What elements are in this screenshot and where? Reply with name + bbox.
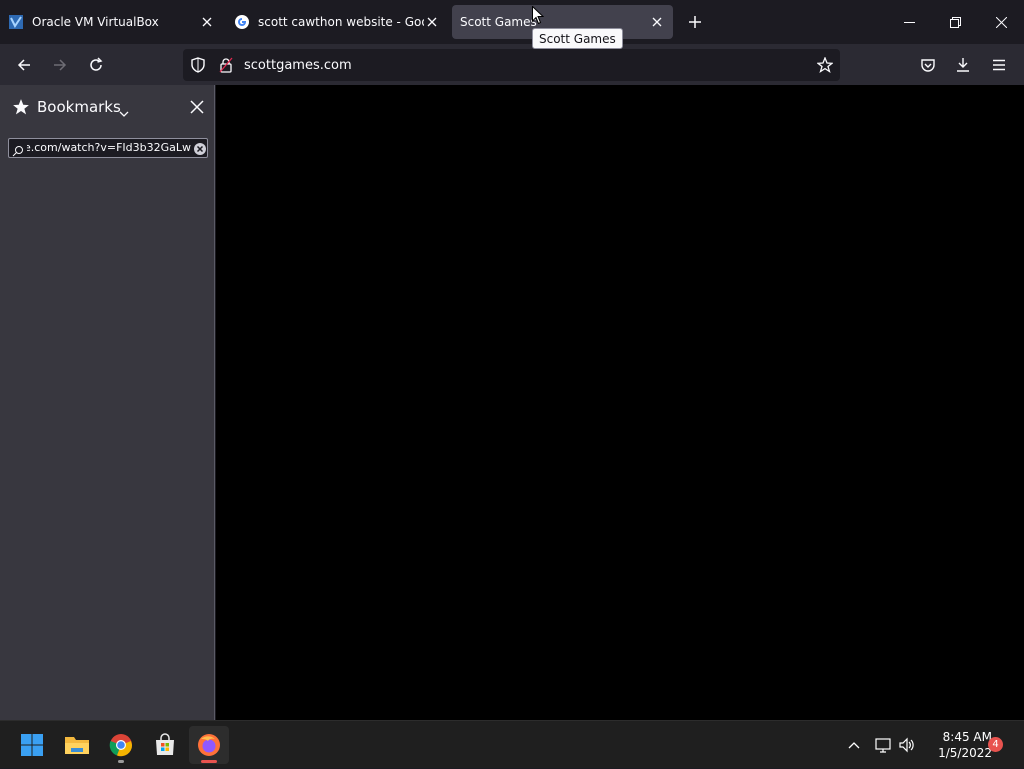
tab-title: Scott Games [460, 15, 537, 29]
sidebar-header[interactable]: Bookmarks [0, 85, 215, 129]
bookmarks-search-input[interactable]: youtube.com/watch?v=FId3b32GaLw [8, 138, 208, 158]
search-input-value[interactable]: youtube.com/watch?v=FId3b32GaLw [27, 141, 191, 154]
bookmarks-star-icon [12, 98, 30, 120]
close-icon [190, 100, 204, 114]
running-indicator [118, 760, 124, 763]
virtualbox-icon [8, 14, 24, 30]
notification-badge[interactable]: 4 [988, 737, 1003, 752]
tab-close-icon[interactable] [199, 14, 215, 30]
reload-button[interactable] [80, 49, 112, 81]
navigation-toolbar: scottgames.com [0, 44, 1024, 85]
tab-oracle-vm[interactable]: Oracle VM VirtualBox [8, 5, 223, 39]
google-icon [234, 14, 250, 30]
clear-icon [194, 143, 206, 155]
tab-strip: Oracle VM VirtualBox scott cawthon websi… [0, 0, 1024, 44]
clock[interactable]: 8:45 AM 1/5/2022 [922, 729, 992, 761]
network-button[interactable] [872, 721, 894, 769]
show-hidden-icons-button[interactable] [843, 721, 865, 769]
clock-date: 1/5/2022 [938, 746, 992, 760]
chevron-down-icon[interactable] [119, 103, 129, 122]
search-icon [12, 142, 24, 157]
bookmarks-sidebar: Bookmarks youtube.com/watch?v=FId3b32GaL… [0, 85, 215, 720]
chrome-button[interactable] [101, 726, 141, 764]
chevron-up-icon [848, 742, 860, 749]
taskbar: 8:45 AM 1/5/2022 [0, 720, 1024, 768]
tab-close-icon[interactable] [424, 14, 440, 30]
chrome-icon [109, 734, 133, 757]
forward-button[interactable] [44, 49, 76, 81]
microsoft-store-button[interactable] [145, 726, 185, 764]
lock-icon[interactable] [219, 57, 233, 77]
bookmark-star-icon[interactable] [816, 56, 834, 77]
tab-title: Oracle VM VirtualBox [32, 15, 159, 29]
forward-arrow-icon [54, 59, 67, 71]
microsoft-store-icon [156, 733, 174, 755]
tracking-protection-shield-icon[interactable] [190, 57, 206, 77]
sidebar-title[interactable]: Bookmarks [37, 98, 121, 116]
clear-search-button[interactable] [193, 141, 207, 157]
page-content[interactable] [216, 85, 1024, 720]
tab-close-icon[interactable] [649, 14, 665, 30]
file-explorer-icon [65, 737, 89, 754]
tab-google-search[interactable]: scott cawthon website - Google [234, 5, 444, 39]
volume-icon [899, 737, 914, 753]
minimize-button[interactable] [886, 0, 932, 44]
address-bar[interactable]: scottgames.com [183, 49, 840, 81]
back-button[interactable] [8, 49, 40, 81]
file-explorer-button[interactable] [57, 726, 97, 764]
firefox-button[interactable] [189, 726, 229, 764]
downloads-button[interactable] [947, 49, 979, 81]
running-indicator [201, 760, 217, 763]
hamburger-menu-icon [993, 59, 1005, 71]
tab-title: scott cawthon website - Google [258, 15, 424, 29]
close-window-button[interactable] [978, 0, 1024, 44]
volume-button[interactable] [895, 721, 917, 769]
app-menu-button[interactable] [983, 49, 1015, 81]
reload-icon [90, 57, 103, 71]
plus-icon [689, 16, 701, 28]
network-icon [875, 738, 891, 753]
back-arrow-icon [17, 59, 30, 71]
pocket-icon [921, 59, 935, 72]
mouse-cursor-icon [532, 5, 545, 29]
pocket-button[interactable] [912, 49, 944, 81]
sidebar-close-button[interactable] [190, 99, 204, 118]
minimize-icon [903, 21, 915, 23]
url-text[interactable]: scottgames.com [244, 58, 352, 73]
download-icon [957, 58, 969, 72]
restore-icon [949, 16, 961, 28]
firefox-icon [198, 734, 220, 756]
windows-start-icon [21, 734, 43, 756]
new-tab-button[interactable] [679, 6, 711, 38]
restore-button[interactable] [932, 0, 978, 44]
close-icon [995, 16, 1007, 28]
tab-tooltip: Scott Games [532, 28, 623, 49]
clock-time: 8:45 AM [942, 730, 992, 744]
start-button[interactable] [12, 726, 52, 764]
